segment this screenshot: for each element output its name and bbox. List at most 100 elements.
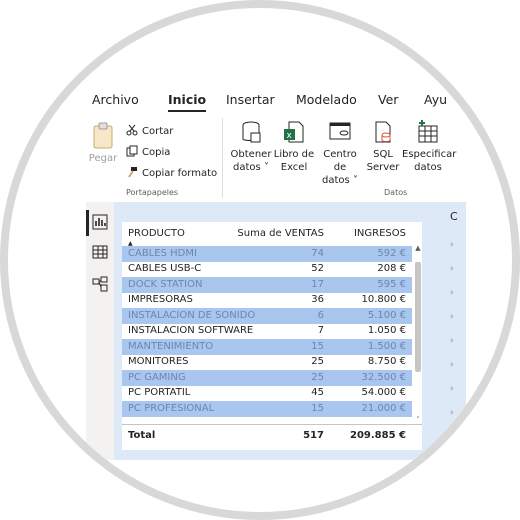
- cell-income: 5.100 €: [367, 309, 406, 321]
- power-bi-window: Archivo Inicio Insertar Modelado Ver Ayu…: [86, 80, 466, 460]
- data-view-icon[interactable]: [92, 244, 108, 260]
- cell-sales: 36: [311, 294, 324, 305]
- report-canvas: PRODUCTO ▲ Suma de VENTAS INGRESOS CABLE…: [114, 202, 466, 460]
- cell-income: 32.500 €: [361, 371, 406, 383]
- total-label: Total: [128, 430, 156, 441]
- ribbon: Pegar Cortar Copia Copiar formato Portap…: [86, 114, 466, 202]
- table-row[interactable]: INSTALACION SOFTWARE 7 1.050 €: [122, 324, 412, 340]
- table-scrollbar[interactable]: ▲ ˅: [414, 244, 422, 424]
- svg-text:x: x: [287, 131, 293, 141]
- enter-data-label-2: datos: [414, 162, 442, 173]
- enter-data-button[interactable]: Especificar datos: [402, 120, 457, 174]
- cut-label: Cortar: [142, 126, 174, 137]
- table-row[interactable]: INSTALACION DE SONIDO 6 5.100 €: [122, 308, 412, 324]
- cut-button[interactable]: Cortar: [126, 124, 173, 137]
- cell-product: IMPRESORAS: [128, 294, 193, 305]
- cell-product: CABLES USB-C: [128, 263, 202, 274]
- table-row[interactable]: IMPRESORAS 36 10.800 €: [122, 293, 412, 309]
- tab-inicio[interactable]: Inicio: [168, 92, 207, 112]
- cell-income: 592 €: [377, 247, 406, 259]
- copy-label: Copia: [142, 147, 171, 158]
- table-row[interactable]: PC GAMING 25 32.500 €: [122, 370, 412, 386]
- header-product[interactable]: PRODUCTO: [128, 228, 185, 239]
- scroll-up-icon[interactable]: ▲: [414, 244, 422, 252]
- paste-button[interactable]: Pegar: [88, 122, 118, 164]
- active-view-indicator: [86, 210, 89, 236]
- sql-label-2: Server: [366, 162, 400, 173]
- cell-sales: 17: [311, 278, 324, 290]
- tab-insertar[interactable]: Insertar: [226, 92, 275, 107]
- cell-income: 21.000 €: [361, 402, 406, 414]
- header-sum-sales[interactable]: Suma de VENTAS: [237, 228, 324, 239]
- copy-button[interactable]: Copia: [126, 145, 170, 158]
- cell-product: MANTENIMIENTO: [128, 340, 214, 352]
- tab-ver[interactable]: Ver: [378, 92, 398, 107]
- cell-income: 1.050 €: [367, 325, 406, 336]
- chevron-icon[interactable]: ›: [450, 288, 454, 298]
- total-row: Total 517 209.885 €: [122, 424, 422, 447]
- right-pane-partial-label: C: [450, 210, 458, 223]
- cell-sales: 6: [317, 309, 324, 321]
- format-painter-button[interactable]: Copiar formato: [126, 166, 217, 179]
- chevron-icon[interactable]: ›: [450, 408, 454, 418]
- scissors-icon: [126, 124, 138, 136]
- get-data-label-2: datos ˅: [233, 162, 269, 173]
- chevron-icon[interactable]: ›: [450, 240, 454, 250]
- data-hub-label-1: Centro de: [323, 149, 357, 173]
- table-row[interactable]: MONITORES 25 8.750 €: [122, 355, 412, 371]
- tab-archivo[interactable]: Archivo: [92, 92, 139, 107]
- table-plus-icon: [418, 120, 438, 143]
- table-visual[interactable]: PRODUCTO ▲ Suma de VENTAS INGRESOS CABLE…: [122, 222, 422, 450]
- sql-server-button[interactable]: SQL Server: [366, 120, 400, 174]
- database-icon: [242, 121, 261, 143]
- cell-sales: 25: [311, 356, 324, 367]
- tab-ayuda[interactable]: Ayu: [424, 92, 447, 107]
- data-hub-icon: [329, 122, 351, 140]
- scroll-down-icon[interactable]: ˅: [414, 416, 422, 424]
- enter-data-label-1: Especificar: [402, 149, 457, 160]
- get-data-button[interactable]: Obtener datos ˅: [230, 120, 272, 174]
- chevron-icon[interactable]: ›: [450, 360, 454, 370]
- cell-sales: 15: [311, 402, 324, 414]
- chevron-icon[interactable]: ›: [450, 384, 454, 394]
- chevron-icon[interactable]: ›: [450, 432, 454, 442]
- data-hub-button[interactable]: Centro de datos ˅: [316, 120, 364, 187]
- chevron-icon[interactable]: ›: [450, 336, 454, 346]
- cell-income: 8.750 €: [367, 356, 406, 367]
- cell-product: INSTALACION SOFTWARE: [128, 325, 254, 336]
- cell-product: MONITORES: [128, 356, 189, 367]
- tab-modelado[interactable]: Modelado: [296, 92, 357, 107]
- table-row[interactable]: CABLES USB-C 52 208 €: [122, 262, 412, 278]
- view-sidebar: [86, 202, 114, 460]
- header-income[interactable]: INGRESOS: [354, 228, 406, 239]
- table-row[interactable]: DOCK STATION 17 595 €: [122, 277, 412, 293]
- cell-income: 595 €: [377, 278, 406, 290]
- ribbon-divider: [222, 118, 223, 198]
- chevron-icon[interactable]: ›: [450, 312, 454, 322]
- cell-income: 10.800 €: [361, 294, 406, 305]
- table-row[interactable]: PC PROFESIONAL 15 21.000 €: [122, 401, 412, 417]
- cell-income: 54.000 €: [361, 387, 406, 398]
- cell-product: PC PORTATIL: [128, 387, 191, 398]
- data-group-label: Datos: [384, 188, 408, 197]
- cell-sales: 74: [311, 247, 324, 259]
- model-view-icon[interactable]: [92, 276, 108, 292]
- chevron-icon[interactable]: ›: [450, 264, 454, 274]
- excel-label-1: Libro de: [273, 149, 315, 160]
- report-view-icon[interactable]: [92, 214, 108, 230]
- total-sales: 517: [303, 430, 324, 441]
- cell-sales: 25: [311, 371, 324, 383]
- table-row[interactable]: PC PORTATIL 45 54.000 €: [122, 386, 412, 402]
- clipboard-group-label: Portapapeles: [126, 188, 179, 197]
- excel-icon: x: [284, 121, 304, 143]
- cell-product: DOCK STATION: [128, 278, 203, 290]
- ribbon-tabs: Archivo Inicio Insertar Modelado Ver Ayu: [86, 86, 466, 116]
- table-row[interactable]: CABLES HDMI 74 592 €: [122, 246, 412, 262]
- data-hub-label-2: datos ˅: [322, 175, 358, 186]
- paste-label: Pegar: [88, 153, 118, 164]
- clipboard-icon: [93, 122, 113, 149]
- cell-sales: 15: [311, 340, 324, 352]
- table-row[interactable]: MANTENIMIENTO 15 1.500 €: [122, 339, 412, 355]
- excel-workbook-button[interactable]: x Libro de Excel: [272, 120, 316, 174]
- scroll-thumb[interactable]: [415, 262, 421, 372]
